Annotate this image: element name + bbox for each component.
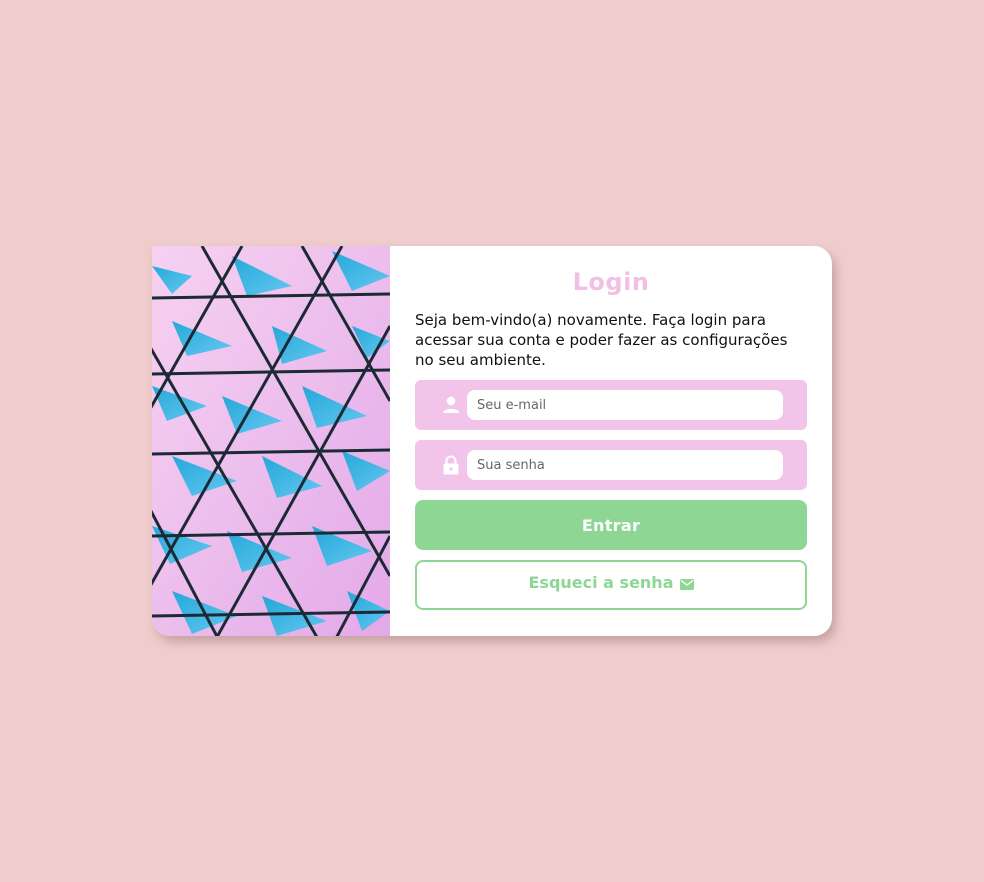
forgot-password-label: Esqueci a senha [528, 573, 674, 592]
password-input[interactable] [467, 450, 783, 480]
decorative-geometric-image [152, 246, 390, 636]
login-card: Login Seja bem-vindo(a) novamente. Faça … [152, 246, 832, 636]
mail-icon [679, 578, 694, 590]
email-input[interactable] [467, 390, 783, 420]
person-icon [443, 396, 459, 413]
welcome-text: Seja bem-vindo(a) novamente. Faça login … [415, 311, 788, 369]
password-field-group [415, 440, 807, 490]
email-field-group [415, 380, 807, 430]
submit-button[interactable]: Entrar [415, 500, 807, 550]
lock-icon [443, 455, 459, 475]
forgot-password-button[interactable]: Esqueci a senha [415, 560, 807, 610]
login-form: Login Seja bem-vindo(a) novamente. Faça … [415, 246, 807, 636]
login-title: Login [572, 268, 650, 296]
